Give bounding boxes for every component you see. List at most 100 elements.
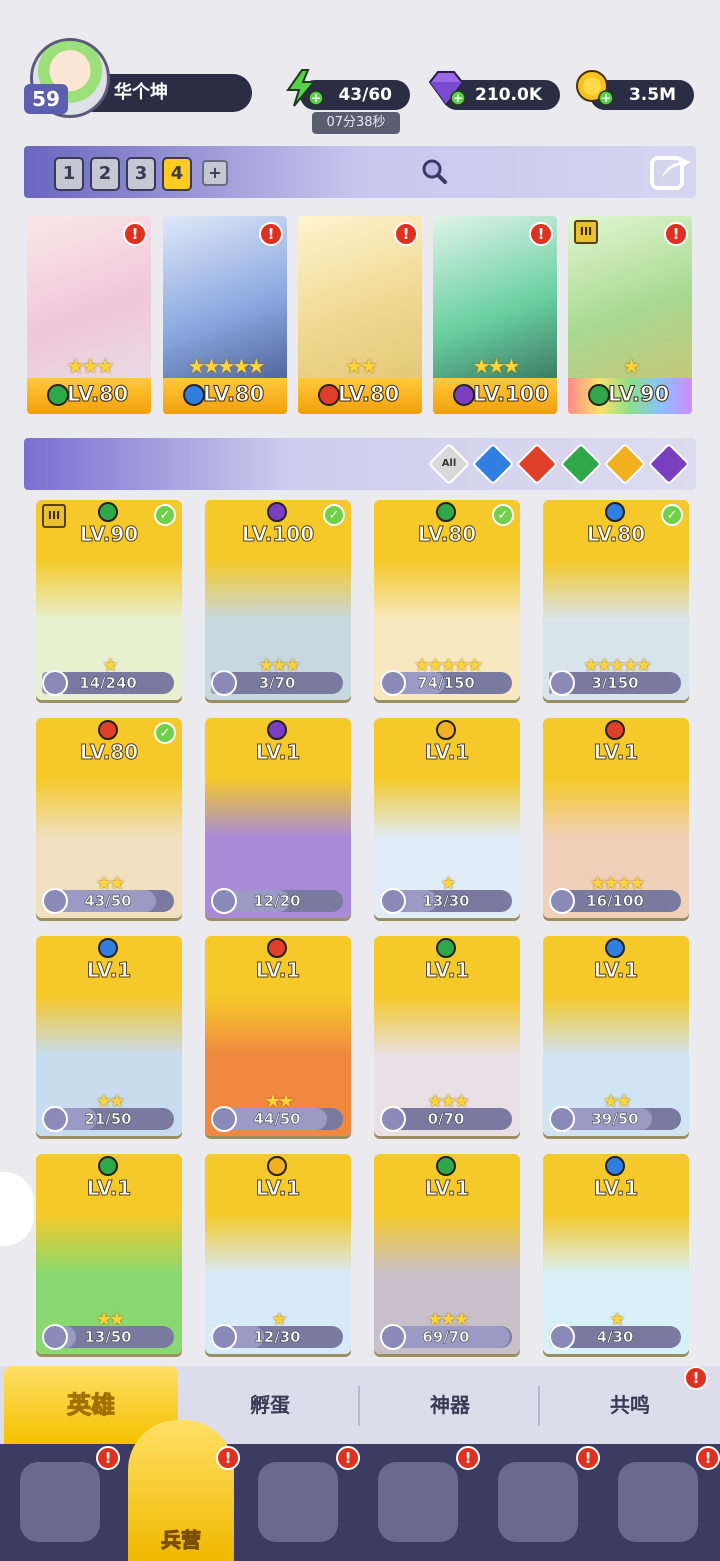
gold-value: 3.5M [628, 85, 676, 105]
wind-element-icon [47, 384, 69, 406]
team-tab-1[interactable]: 1 [54, 157, 84, 191]
shard-progress-bar: 3/70 [211, 670, 343, 696]
hero-card[interactable]: LV.1 ★★★★ 16/100 [543, 718, 689, 918]
water-element-icon [183, 384, 205, 406]
shard-progress-bar: 3/150 [549, 670, 681, 696]
hero-level: LV.1 [424, 1176, 470, 1201]
filter-all-label: All [441, 458, 457, 469]
alert-badge: ! [576, 1446, 600, 1470]
nav-shop-icon[interactable] [378, 1462, 458, 1542]
dark-element-icon [267, 720, 287, 740]
light-element-icon [267, 1156, 287, 1176]
team-tab-3[interactable]: 3 [126, 157, 156, 191]
search-icon[interactable] [420, 157, 448, 185]
shard-progress-text: 12/20 [253, 892, 301, 911]
shard-progress-bar: 16/100 [549, 888, 681, 914]
nav-banner-icon[interactable] [618, 1462, 698, 1542]
nav-guild-icon[interactable] [498, 1462, 578, 1542]
gems-value: 210.0K [475, 85, 542, 105]
share-icon[interactable] [648, 150, 692, 192]
player-name-text: 华个坤 [114, 82, 168, 103]
hero-level: LV.1 [255, 1176, 301, 1201]
team-tab-2[interactable]: 2 [90, 157, 120, 191]
alert-badge: ! [684, 1366, 708, 1390]
team-tab-4[interactable]: 4 [162, 157, 192, 191]
hero-card[interactable]: LV.1 ★★ 44/50 [205, 936, 351, 1136]
hero-card[interactable]: LV.1 ★★★ 0/70 [374, 936, 520, 1136]
shard-progress-bar: 69/70 [380, 1324, 512, 1350]
fire-element-icon [98, 720, 118, 740]
hero-card[interactable]: LV.1 12/20 [205, 718, 351, 918]
water-element-icon [98, 938, 118, 958]
alert-badge: ! [96, 1446, 120, 1470]
nav-map-icon[interactable] [258, 1462, 338, 1542]
hero-card[interactable]: ✓ LV.80 ★★ 43/50 [36, 718, 182, 918]
hero-level: LV.1 [424, 958, 470, 983]
slot-level: LV.80 [66, 382, 129, 407]
shard-progress-text: 21/50 [84, 1110, 132, 1129]
add-team-button[interactable]: + [202, 160, 228, 186]
hero-level: LV.80 [417, 522, 477, 547]
hero-level: LV.90 [79, 522, 139, 547]
dark-element-icon [453, 384, 475, 406]
hero-card[interactable]: ✓ LV.80 ★★★★★ 3/150 [543, 500, 689, 700]
shard-progress-bar: 43/50 [42, 888, 174, 914]
hero-card[interactable]: LV.1 ★ 12/30 [205, 1154, 351, 1354]
hero-card[interactable]: ✓ LV.100 ★★★ 3/70 [205, 500, 351, 700]
water-element-icon [605, 502, 625, 522]
shard-progress-text: 74/150 [417, 674, 475, 693]
hero-card[interactable]: LV.1 ★ 13/30 [374, 718, 520, 918]
slot-stars: ★ [622, 354, 641, 378]
slot-level: LV.90 [607, 382, 670, 407]
nav-cards-icon[interactable] [20, 1462, 100, 1542]
player-name[interactable]: 华个坤 [90, 74, 252, 112]
team-slot-2[interactable]: ★★★★★ LV.80 ! [163, 216, 287, 414]
svg-text:+: + [311, 91, 321, 105]
hero-level: LV.1 [255, 958, 301, 983]
team-selector-bar [24, 146, 696, 198]
hero-card[interactable]: LV.1 ★★ 39/50 [543, 936, 689, 1136]
tab-artifacts[interactable]: 神器 [360, 1366, 540, 1444]
nav-barracks-label: 兵营 [161, 1528, 202, 1553]
alert-badge: ! [696, 1446, 720, 1470]
water-element-icon [605, 1156, 625, 1176]
wind-element-icon [98, 502, 118, 522]
hero-card[interactable]: LV.1 ★★ 21/50 [36, 936, 182, 1136]
team-slot-5[interactable]: III ★ LV.90 ! [568, 216, 692, 414]
light-element-icon [436, 720, 456, 740]
hero-card[interactable]: III ✓ LV.90 ★ 14/240 [36, 500, 182, 700]
hero-card[interactable]: ✓ LV.80 ★★★★★ 74/150 [374, 500, 520, 700]
slot-stars: ★★ [345, 354, 378, 378]
shard-progress-text: 44/50 [253, 1110, 301, 1129]
shard-progress-text: 14/240 [79, 674, 137, 693]
slot-level: LV.80 [337, 382, 400, 407]
alert-badge: ! [259, 222, 283, 246]
hero-card[interactable]: LV.1 ★ 4/30 [543, 1154, 689, 1354]
player-level-badge: 59 [24, 84, 68, 114]
hero-card[interactable]: LV.1 ★★ 13/50 [36, 1154, 182, 1354]
wind-element-icon [436, 502, 456, 522]
svg-text:+: + [453, 91, 463, 105]
team-slot-1[interactable]: ★★★ LV.80 ! [27, 216, 151, 414]
team-slot-4[interactable]: ★★★ LV.100 ! [433, 216, 557, 414]
fire-element-icon [267, 938, 287, 958]
hero-level: LV.1 [255, 740, 301, 765]
wind-element-icon [98, 1156, 118, 1176]
slot-stars: ★★★★★ [187, 354, 266, 378]
alert-badge: ! [123, 222, 147, 246]
hero-level: LV.1 [86, 1176, 132, 1201]
shard-progress-bar: 74/150 [380, 670, 512, 696]
shard-progress-text: 43/50 [84, 892, 132, 911]
lightning-icon: + [286, 69, 324, 107]
side-chat-avatar[interactable] [0, 1172, 34, 1246]
team-slot-3[interactable]: ★★ LV.80 ! [298, 216, 422, 414]
slot-stars: ★★★ [472, 354, 521, 378]
shard-progress-text: 13/30 [422, 892, 470, 911]
hero-level: LV.1 [424, 740, 470, 765]
alert-badge: ! [394, 222, 418, 246]
hero-card[interactable]: LV.1 ★★★ 69/70 [374, 1154, 520, 1354]
shard-progress-text: 12/30 [253, 1328, 301, 1347]
wind-element-icon [436, 938, 456, 958]
slot-stars: ★★★ [66, 354, 115, 378]
hero-level: LV.1 [593, 740, 639, 765]
